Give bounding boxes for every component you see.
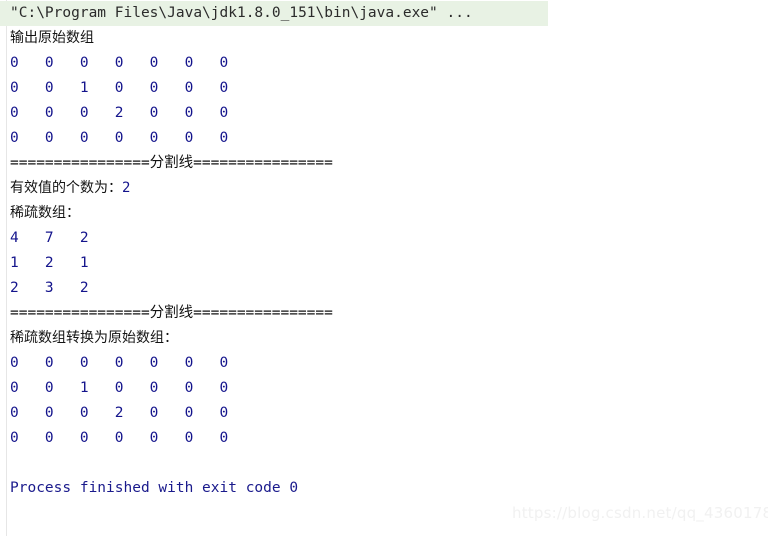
console-line-orig-row-2: 0 0 0 2 0 0 0 bbox=[10, 105, 229, 121]
console-line-sparse-row-1: 1 2 1 bbox=[10, 255, 89, 271]
console-line-sparse-row-0: 4 7 2 bbox=[10, 230, 89, 246]
console-lines: 输出原始数组 0 0 0 0 0 0 0 0 0 1 0 0 0 0 0 0 0 2 … bbox=[0, 26, 768, 501]
console-line-orig-row-0: 0 0 0 0 0 0 0 bbox=[10, 55, 229, 71]
console-line-valid-count: 有效值的个数为：2 bbox=[0, 176, 768, 201]
console-line-label-sparse: 稀疏数组： bbox=[10, 205, 80, 221]
console-line-separator-2: ================分割线================ bbox=[10, 305, 333, 321]
console-line-blank-1 bbox=[0, 451, 768, 476]
console-line-label-restored: 稀疏数组转换为原始数组： bbox=[10, 330, 178, 346]
console-line-rest-row-3: 0 0 0 0 0 0 0 bbox=[10, 430, 229, 446]
console-line-rest-row-1: 0 0 1 0 0 0 0 bbox=[10, 380, 229, 396]
console-line-label-original: 输出原始数组 bbox=[10, 30, 94, 46]
console-line-separator-1: ================分割线================ bbox=[10, 155, 333, 171]
console-line-rest-row-0: 0 0 0 0 0 0 0 bbox=[10, 355, 229, 371]
console-output-area[interactable]: "C:\Program Files\Java\jdk1.8.0_151\bin\… bbox=[0, 0, 768, 501]
console-line-orig-row-1: 0 0 1 0 0 0 0 bbox=[10, 80, 229, 96]
csdn-watermark: https://blog.csdn.net/qq_43601784 bbox=[512, 504, 768, 522]
command-line-row: "C:\Program Files\Java\jdk1.8.0_151\bin\… bbox=[0, 1, 768, 26]
console-line-rest-row-2: 0 0 0 2 0 0 0 bbox=[10, 405, 229, 421]
console-line-orig-row-3: 0 0 0 0 0 0 0 bbox=[10, 130, 229, 146]
valid-count-label: 有效值的个数为： bbox=[10, 180, 122, 196]
java-command-line: "C:\Program Files\Java\jdk1.8.0_151\bin\… bbox=[0, 1, 548, 26]
valid-count-value: 2 bbox=[122, 180, 131, 196]
console-line-process-finished: Process finished with exit code 0 bbox=[10, 480, 299, 496]
console-line-sparse-row-2: 2 3 2 bbox=[10, 280, 89, 296]
run-console-window: "C:\Program Files\Java\jdk1.8.0_151\bin\… bbox=[0, 0, 768, 536]
